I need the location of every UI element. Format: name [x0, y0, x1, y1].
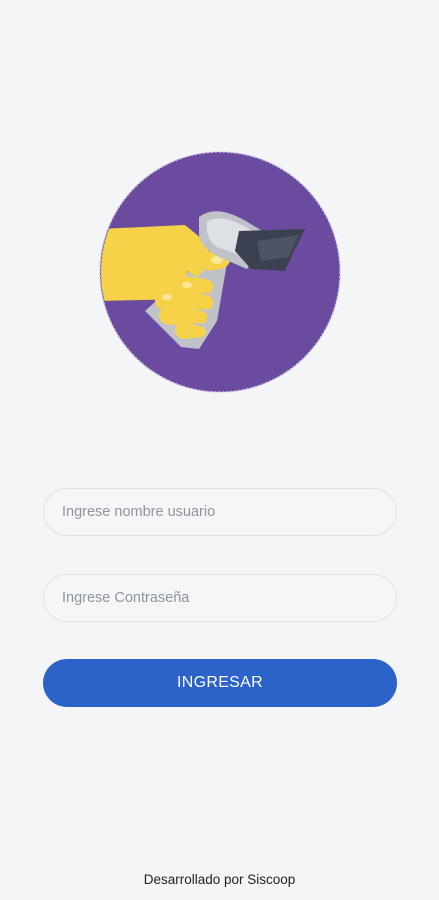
- barcode-scanner-logo-icon: [99, 151, 341, 393]
- username-input[interactable]: [43, 488, 397, 536]
- login-screen: INGRESAR Desarrollado por Siscoop: [0, 0, 439, 900]
- login-button[interactable]: INGRESAR: [43, 659, 397, 707]
- password-input[interactable]: [43, 574, 397, 622]
- developer-credit: Desarrollado por Siscoop: [143, 872, 296, 887]
